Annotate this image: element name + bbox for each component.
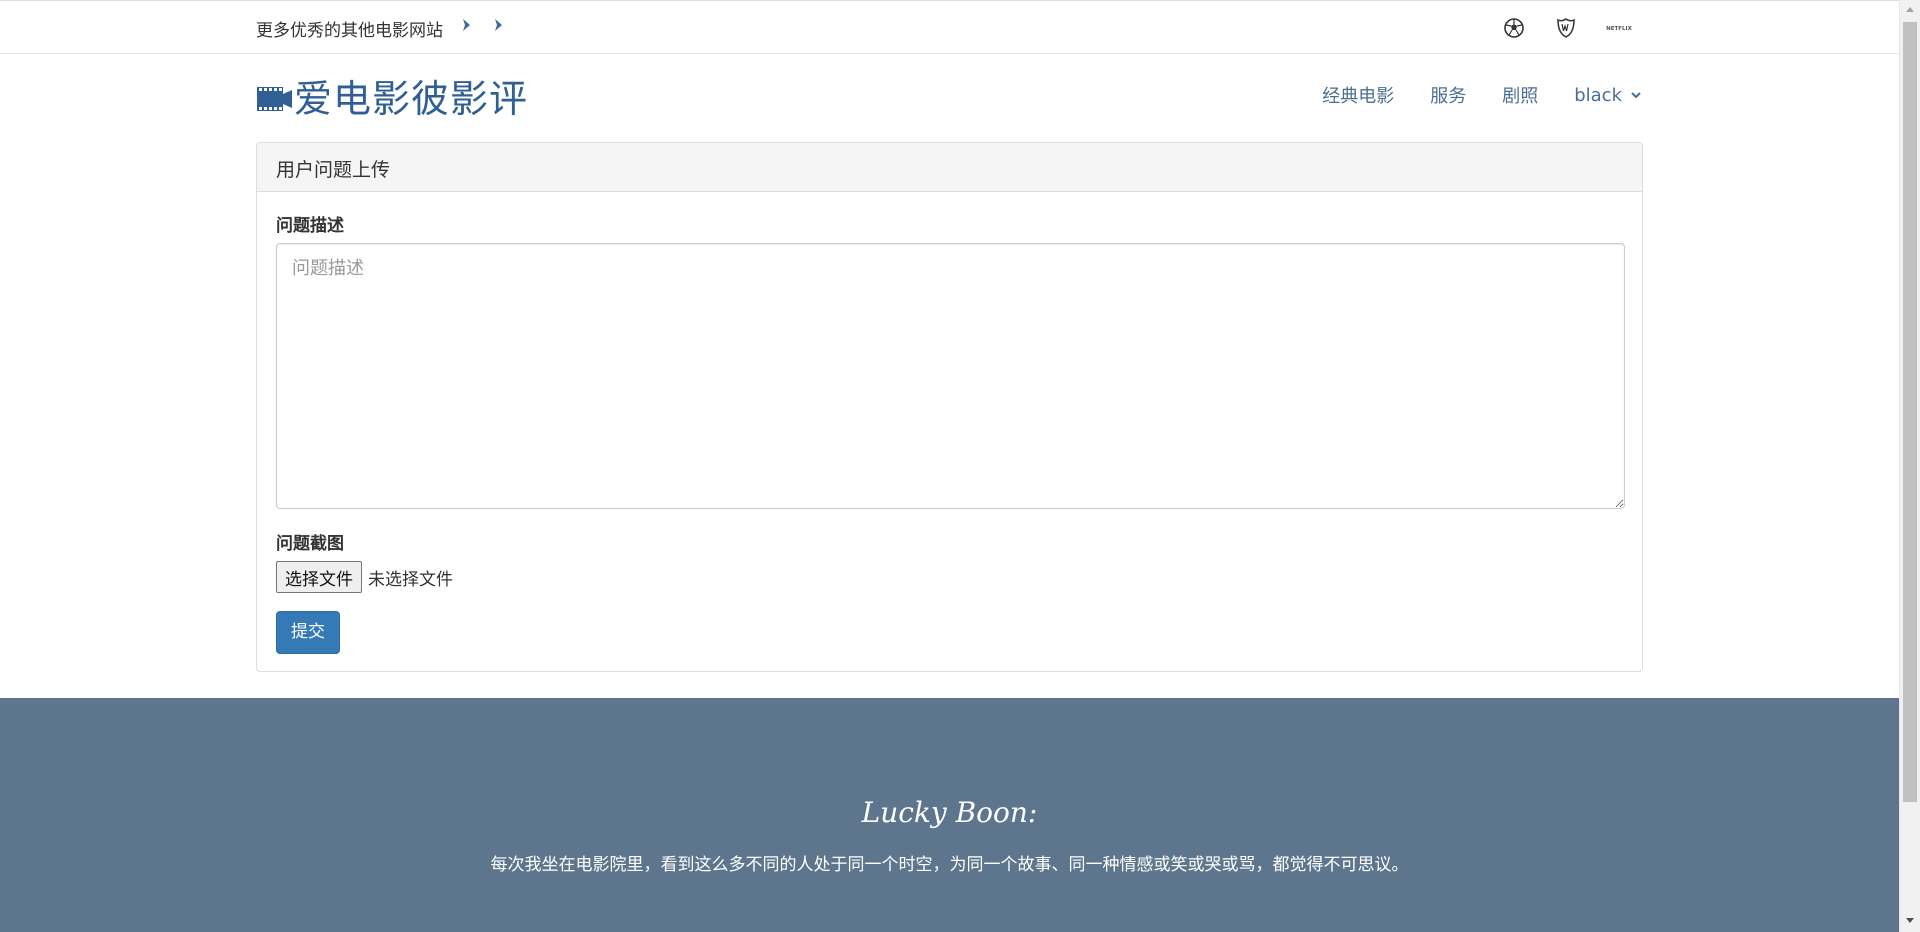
nav-stills[interactable]: 剧照 [1502,82,1538,108]
other-movie-sites-link[interactable]: 更多优秀的其他电影网站 [256,16,443,41]
footer-title: Lucky Boon: [861,796,1038,829]
chevron-down-icon [1630,89,1642,101]
nav-classic-movies[interactable]: 经典电影 [1322,82,1394,108]
file-input: 选择文件 未选择文件 [276,561,1623,593]
nav-user-dropdown[interactable]: black [1574,85,1642,106]
screenshot-label: 问题截图 [276,534,344,554]
panel-heading: 用户问题上传 [257,143,1642,192]
soccer-ball-icon[interactable] [1502,16,1526,40]
scroll-down-arrow-icon[interactable] [1904,916,1916,926]
description-textarea[interactable] [276,243,1625,509]
site-header: 爱电影彼影评 经典电影 服务 剧照 black [256,54,1642,142]
screenshot-group: 问题截图 选择文件 未选择文件 [276,529,1623,593]
chevron-right-icon[interactable] [492,17,508,35]
choose-file-button[interactable]: 选择文件 [276,561,362,593]
netflix-logo-icon[interactable]: NETFLIX [1604,16,1634,40]
nav-user-label: black [1574,84,1622,106]
footer-quote: 每次我坐在电影院里，看到这么多不同的人处于同一个时空，为同一个故事、同一种情感或… [490,855,1409,875]
file-status: 未选择文件 [368,569,453,590]
upload-panel: 用户问题上传 问题描述 问题截图 选择文件 未选择文件 提交 [256,142,1643,672]
nav-service[interactable]: 服务 [1430,82,1466,108]
chevron-right-icon[interactable] [460,17,476,35]
svg-text:NETFLIX: NETFLIX [1606,26,1632,32]
site-footer: Lucky Boon: 每次我坐在电影院里，看到这么多不同的人处于同一个时空，为… [0,698,1899,932]
scroll-up-arrow-icon[interactable] [1904,4,1916,14]
site-logo[interactable]: 爱电影彼影评 [256,74,528,124]
scrollbar-thumb[interactable] [1903,22,1917,802]
top-bar-inner: 更多优秀的其他电影网站 NETFLIX [256,1,1642,53]
top-bar: 更多优秀的其他电影网站 NETFLIX [0,0,1899,54]
film-strip-icon [256,82,294,116]
warner-bros-shield-icon[interactable] [1554,16,1578,40]
panel-body: 问题描述 问题截图 选择文件 未选择文件 提交 [257,192,1642,673]
main-nav: 经典电影 服务 剧照 black [1286,82,1642,108]
page-root: 更多优秀的其他电影网站 NETFLIX 爱电影彼影评 经典电影 服务 剧照 bl… [0,0,1920,932]
description-label: 问题描述 [276,216,344,236]
site-title: 爱电影彼影评 [294,77,529,121]
page-scrollbar[interactable] [1899,0,1920,932]
submit-button[interactable]: 提交 [276,611,340,654]
